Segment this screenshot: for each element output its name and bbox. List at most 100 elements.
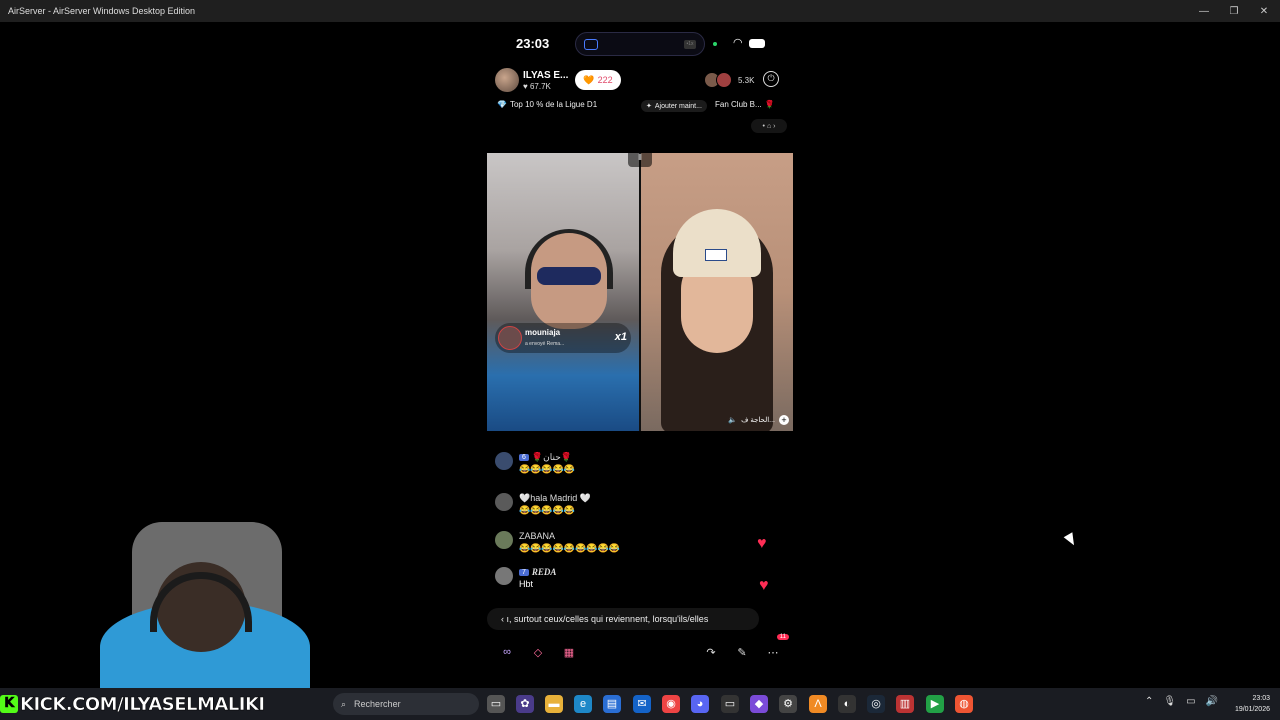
obs-icon[interactable]: ◐	[838, 695, 856, 713]
chat-avatar	[495, 493, 513, 511]
follow-heart-button[interactable]: 🧡 222	[575, 70, 621, 90]
caption-ticker[interactable]: ‹ ı, surtout ceux/celles qui reviennent,…	[487, 608, 759, 630]
store-icon[interactable]: ▤	[603, 695, 621, 713]
close-button[interactable]: ✕	[1248, 0, 1280, 22]
chat-message[interactable]: 🤍hala Madrid 🤍 😂😂😂😂😂	[495, 493, 785, 523]
bottom-action-bar: ∞ ◇ ▦ ↷ ✎ ⋯ 11	[487, 634, 793, 666]
chat-avatar	[495, 531, 513, 549]
network-icon[interactable]: ▭	[1186, 696, 1195, 707]
taskbar-date: 19/01/2026	[1234, 706, 1270, 713]
news-icon[interactable]: ▥	[896, 695, 914, 713]
layout-toggle-icon[interactable]: ⦀	[628, 153, 652, 167]
host-avatar[interactable]	[495, 68, 519, 92]
viewer-avatar	[716, 72, 732, 88]
sub-controls[interactable]: • ⌂ ›	[751, 119, 787, 133]
search-icon: ⌕	[341, 698, 347, 709]
fanclub-tag[interactable]: Fan Club B... 🌹	[715, 100, 775, 109]
window-title: AirServer - AirServer Windows Desktop Ed…	[8, 6, 196, 16]
camera-indicator	[713, 42, 717, 46]
link-icon[interactable]: ∞	[495, 640, 519, 664]
viewer-avatars[interactable]: 5.3K	[704, 72, 755, 88]
right-video-feed[interactable]: 🔈 الحاجة ف... +	[641, 153, 793, 431]
chat-username: 🤍hala Madrid 🤍	[519, 493, 591, 503]
chat-message[interactable]: 7 REDA Hbt ♥	[495, 567, 785, 597]
host-header: ILYAS E... ♥ 67.7K 🧡 222 5.3K ⏻	[495, 68, 785, 94]
status-clock: 23:03	[516, 36, 550, 51]
windows-taskbar: K KICK.COM/ILYASELMALIKI ⌕ Rechercher ▭ …	[0, 688, 1280, 720]
host-likes: ♥ 67.7K	[523, 82, 551, 91]
sparkle-icon: ✦	[646, 103, 652, 110]
add-now-label: Ajouter maint...	[654, 102, 702, 110]
play-icon[interactable]: ▶	[926, 695, 944, 713]
grid-icon[interactable]: ▦	[557, 640, 581, 664]
heart-count: 222	[597, 75, 613, 85]
league-label: Top 10 % de la Ligue D1	[509, 100, 598, 109]
gift-avatar	[498, 326, 522, 350]
chat-avatar	[495, 567, 513, 585]
island-mini: •1x	[684, 40, 696, 49]
airserver-icon[interactable]: ▭	[721, 695, 739, 713]
floating-heart-icon: ♥	[759, 577, 769, 594]
gift-sub: a envoyé Rema...	[525, 341, 565, 347]
file-explorer-icon[interactable]: ▬	[545, 695, 563, 713]
steam-icon[interactable]: ◎	[867, 695, 885, 713]
add-now-tag[interactable]: ✦ Ajouter maint...	[641, 100, 707, 112]
browser-icon[interactable]: ◍	[955, 695, 973, 713]
video-divider	[639, 153, 641, 431]
level-badge: 7	[519, 568, 529, 576]
add-icon[interactable]: +	[779, 415, 789, 425]
taskbar-search[interactable]: ⌕ Rechercher	[333, 693, 479, 715]
league-tag[interactable]: 💎 Top 10 % de la Ligue D1	[497, 100, 597, 109]
host-name[interactable]: ILYAS E...	[523, 70, 568, 81]
settings-icon[interactable]: ⚙	[779, 695, 797, 713]
mic-icon[interactable]: 🎙	[1163, 696, 1176, 707]
copilot-icon[interactable]: ✿	[516, 695, 534, 713]
right-user-label[interactable]: 🔈 الحاجة ف... +	[728, 415, 789, 425]
app-icon[interactable]: Λ	[809, 695, 827, 713]
chat-text: 😂😂😂😂😂😂😂😂😂	[519, 543, 620, 553]
chat-name-row: ZABANA	[519, 531, 555, 541]
chat-text: Hbt	[519, 579, 534, 589]
discord-icon[interactable]: ◕	[691, 695, 709, 713]
battery-icon	[749, 39, 765, 48]
chrome-icon[interactable]: ◉	[662, 695, 680, 713]
more-icon[interactable]: ⋯ 11	[761, 634, 789, 664]
gift-banner: mouniaja a envoyé Rema... x1	[495, 323, 631, 353]
match-icon[interactable]: ◇	[526, 640, 550, 664]
chat-name-row: 7 REDA	[519, 567, 556, 577]
chat-text: 😂😂😂😂😂	[519, 464, 576, 474]
sunglasses-shape	[537, 267, 601, 285]
power-icon[interactable]: ⏻	[763, 71, 779, 87]
beanie-patch	[705, 249, 727, 261]
taskbar-clock[interactable]: 23:03 19/01/2026	[1235, 693, 1270, 715]
left-video-feed[interactable]: mouniaja a envoyé Rema... x1	[487, 153, 639, 431]
chat-name-row: 6 🌹حنان🌹	[519, 452, 572, 463]
fanclub-label: Fan Club B...	[715, 100, 762, 109]
kick-logo-icon: K	[0, 695, 18, 713]
gift-user: mouniaja	[525, 328, 561, 337]
magic-wand-icon[interactable]: ✎	[730, 640, 754, 664]
task-view-icon[interactable]: ▭	[487, 695, 505, 713]
chat-message[interactable]: 6 🌹حنان🌹 😂😂😂😂😂	[495, 452, 785, 482]
game-icon[interactable]: ◆	[750, 695, 768, 713]
volume-icon[interactable]: 🔊	[1206, 696, 1218, 707]
chat-name-row: 🤍hala Madrid 🤍	[519, 493, 591, 504]
right-user-name: الحاجة ف...	[741, 417, 775, 424]
dynamic-island: •1x	[575, 32, 705, 56]
minimize-button[interactable]: —	[1188, 0, 1220, 22]
chat-message[interactable]: ZABANA 😂😂😂😂😂😂😂😂😂 ♥	[495, 531, 785, 561]
chevron-up-icon[interactable]: ⌃	[1145, 696, 1153, 707]
floating-heart-icon: ♥	[757, 535, 767, 552]
viewer-count: 5.3K	[738, 75, 755, 85]
share-icon[interactable]: ↷	[699, 640, 723, 664]
tag-row: 💎 Top 10 % de la Ligue D1 ✦ Ajouter main…	[495, 100, 785, 114]
edge-icon[interactable]: e	[574, 695, 592, 713]
maximize-button[interactable]: ❐	[1218, 0, 1250, 22]
status-bar: 23:03 •1x ◠	[487, 30, 793, 58]
streamer-webcam	[100, 512, 310, 688]
outlook-icon[interactable]: ✉	[633, 695, 651, 713]
heart-icon: 🧡	[583, 74, 595, 85]
screen-record-icon	[584, 39, 598, 50]
phone-screen: 23:03 •1x ◠ ILYAS E... ♥ 67.7K 🧡 222 5.3…	[487, 22, 793, 688]
chat-username: 🌹حنان🌹	[531, 452, 572, 462]
